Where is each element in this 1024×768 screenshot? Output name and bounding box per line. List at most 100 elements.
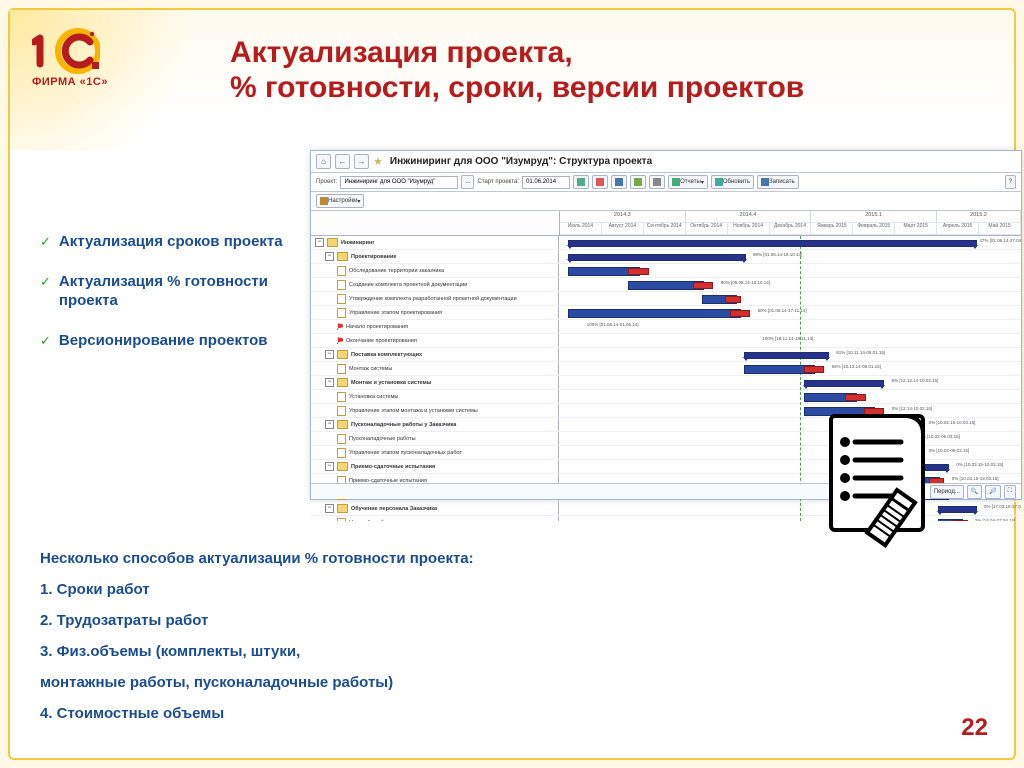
expand-icon[interactable]: − <box>325 462 334 471</box>
doc-icon <box>337 434 346 444</box>
doc-icon <box>337 518 346 522</box>
project-label: Проект: <box>316 179 337 185</box>
reports-button[interactable]: Отчеты ▾ <box>668 175 708 189</box>
task-name[interactable]: −Поставка комплектующих <box>311 348 559 361</box>
task-name[interactable]: Создание комплекта проектной документаци… <box>311 278 559 291</box>
toolbar-btn-3[interactable] <box>611 175 627 189</box>
zoom-out-button[interactable]: 🔎 <box>985 485 1000 499</box>
gantt-bar-delay <box>725 296 741 303</box>
doc-icon <box>337 308 346 318</box>
gantt-bar[interactable] <box>568 254 746 261</box>
logo-mark <box>32 28 100 74</box>
doc-icon <box>337 364 346 374</box>
task-name[interactable]: −Обучение персонала Заказчика <box>311 502 559 515</box>
help-button[interactable]: ? <box>1005 175 1016 189</box>
task-name[interactable]: Окончание проектирования <box>311 334 559 347</box>
task-name[interactable]: Управление этапом проектирования <box>311 306 559 319</box>
gantt-bar-area: 47% [01.06.14-27.04.15] <box>559 236 1021 249</box>
gantt-row: Управление этапом проектирования50% [01.… <box>311 306 1021 320</box>
expand-icon[interactable]: − <box>325 420 334 429</box>
project-open-button[interactable]: ... <box>461 175 474 189</box>
zoom-in-button[interactable]: 🔍 <box>967 485 982 499</box>
gantt-row: Утверждение комплекта разработанной прое… <box>311 292 1021 306</box>
check-icon: ✓ <box>40 234 51 250</box>
task-name[interactable]: −Монтаж и установка системы <box>311 376 559 389</box>
lower-item: 3. Физ.объемы (комплекты, штуки, <box>40 643 984 660</box>
bullet-item: ✓Актуализация % готовности проекта <box>40 272 290 311</box>
home-icon[interactable]: ⌂ <box>316 154 331 169</box>
task-name[interactable]: −Инжиниринг <box>311 236 559 249</box>
gantt-bar-area: 9% [12.12.14-10.02.15] <box>559 376 1021 389</box>
expand-icon[interactable]: − <box>325 350 334 359</box>
doc-icon <box>337 448 346 458</box>
task-name[interactable]: Утверждение комплекта разработанной прое… <box>311 292 559 305</box>
gantt-row: −Инжиниринг 47% [01.06.14-27.04.15] <box>311 236 1021 250</box>
task-name[interactable]: Пусконаладочные работы <box>311 432 559 445</box>
task-name[interactable]: −Пусконаладочные работы у Заказчика <box>311 418 559 431</box>
task-name[interactable]: Управление этапом пусконаладочных работ <box>311 446 559 459</box>
gantt-label: 2% [14.04-27.04.15] <box>975 518 1016 521</box>
project-toolbar: Проект: Инжиниринг для ООО "Изумруд" ...… <box>311 173 1021 192</box>
doc-icon <box>337 392 346 402</box>
plus-icon: 🔍 <box>971 488 978 495</box>
gantt-bar-delay <box>628 268 648 275</box>
expand-icon[interactable]: − <box>325 504 334 513</box>
task-name[interactable]: Обследование территории заказчика <box>311 264 559 277</box>
gantt-bar[interactable] <box>568 240 977 247</box>
toolbar-btn-5[interactable] <box>649 175 665 189</box>
doc-icon <box>337 294 346 304</box>
task-name[interactable]: Монтаж системы <box>311 362 559 375</box>
star-icon[interactable]: ★ <box>373 155 383 168</box>
back-icon[interactable]: ← <box>335 154 350 169</box>
flag-icon <box>337 337 343 344</box>
gantt-label: 61% [10.11.14-08.01.15] <box>836 350 885 355</box>
doc-icon <box>337 280 346 290</box>
toolbar-btn-2[interactable] <box>592 175 608 189</box>
fit-button[interactable]: ⛶ <box>1004 485 1016 499</box>
gantt-bar[interactable] <box>744 352 829 359</box>
gantt-row: Создание комплекта проектной документаци… <box>311 278 1021 292</box>
bullet-text: Актуализация % готовности проекта <box>59 272 290 311</box>
gantt-bar[interactable] <box>804 380 885 387</box>
toolbar-btn-4[interactable] <box>630 175 646 189</box>
task-name[interactable]: Установка системы <box>311 390 559 403</box>
save-button[interactable]: Записать <box>757 175 799 189</box>
bullet-list: ✓Актуализация сроков проекта✓Актуализаци… <box>40 232 290 370</box>
gantt-label: 47% [01.06.14-27.04.15] <box>979 238 1021 243</box>
start-date-field[interactable]: 01.06.2014 <box>522 176 570 189</box>
task-name[interactable]: Начало проектирования <box>311 320 559 333</box>
window-toolbar: ⌂ ← → ★ Инжиниринг для ООО "Изумруд": Ст… <box>311 151 1021 173</box>
gantt-bar-area: 50% [01.06.14-17.11.14] <box>559 306 1021 319</box>
bullet-text: Версионирование проектов <box>59 331 268 351</box>
gantt-bar-area: 80% [05.08.14-10.10.14] <box>559 278 1021 291</box>
lower-text-block: Несколько способов актуализации % готовн… <box>40 550 984 736</box>
gantt-label: 65% [10.12.14-08.01.15] <box>832 364 881 369</box>
gantt-row: Монтаж системы 65% [10.12.14-08.01.15] <box>311 362 1021 376</box>
gantt-bar[interactable] <box>568 309 741 318</box>
task-name[interactable]: −Проектирование <box>311 250 559 263</box>
lower-item: 4. Стоимостные объемы <box>40 705 984 722</box>
folder-icon <box>337 462 348 471</box>
gantt-row: −Поставка комплектующих 61% [10.11.14-08.… <box>311 348 1021 362</box>
expand-icon[interactable]: − <box>325 252 334 261</box>
folder-icon <box>337 252 348 261</box>
task-name[interactable]: Управление этапом монтажа и установки си… <box>311 404 559 417</box>
settings-button[interactable]: Настройки ▾ <box>316 194 364 208</box>
gantt-row: −Монтаж и установка системы9% [12.12.14-… <box>311 376 1021 390</box>
forward-icon[interactable]: → <box>354 154 369 169</box>
refresh-icon <box>715 178 723 186</box>
project-field[interactable]: Инжиниринг для ООО "Изумруд" <box>340 176 458 189</box>
toolbar-btn-1[interactable] <box>573 175 589 189</box>
gantt-bar-area <box>559 390 1021 403</box>
expand-icon[interactable]: − <box>315 238 324 247</box>
task-name[interactable]: −Приемо-сдаточные испытания <box>311 460 559 473</box>
flag-icon <box>337 323 343 330</box>
refresh-button[interactable]: Обновить <box>711 175 754 189</box>
gantt-bar-area: 65% [10.12.14-08.01.15] <box>559 362 1021 375</box>
lower-item: 1. Сроки работ <box>40 581 984 598</box>
gantt-row: −Проектирование89% [01.06.14-18.10.14] <box>311 250 1021 264</box>
expand-icon[interactable]: − <box>325 378 334 387</box>
task-name[interactable]: Настройка оборудования <box>311 516 559 521</box>
gantt-bar-area: 100% [18.11.14-18.11.14] <box>559 334 1021 347</box>
logo-1c: ФИРМА «1С» <box>32 28 108 88</box>
